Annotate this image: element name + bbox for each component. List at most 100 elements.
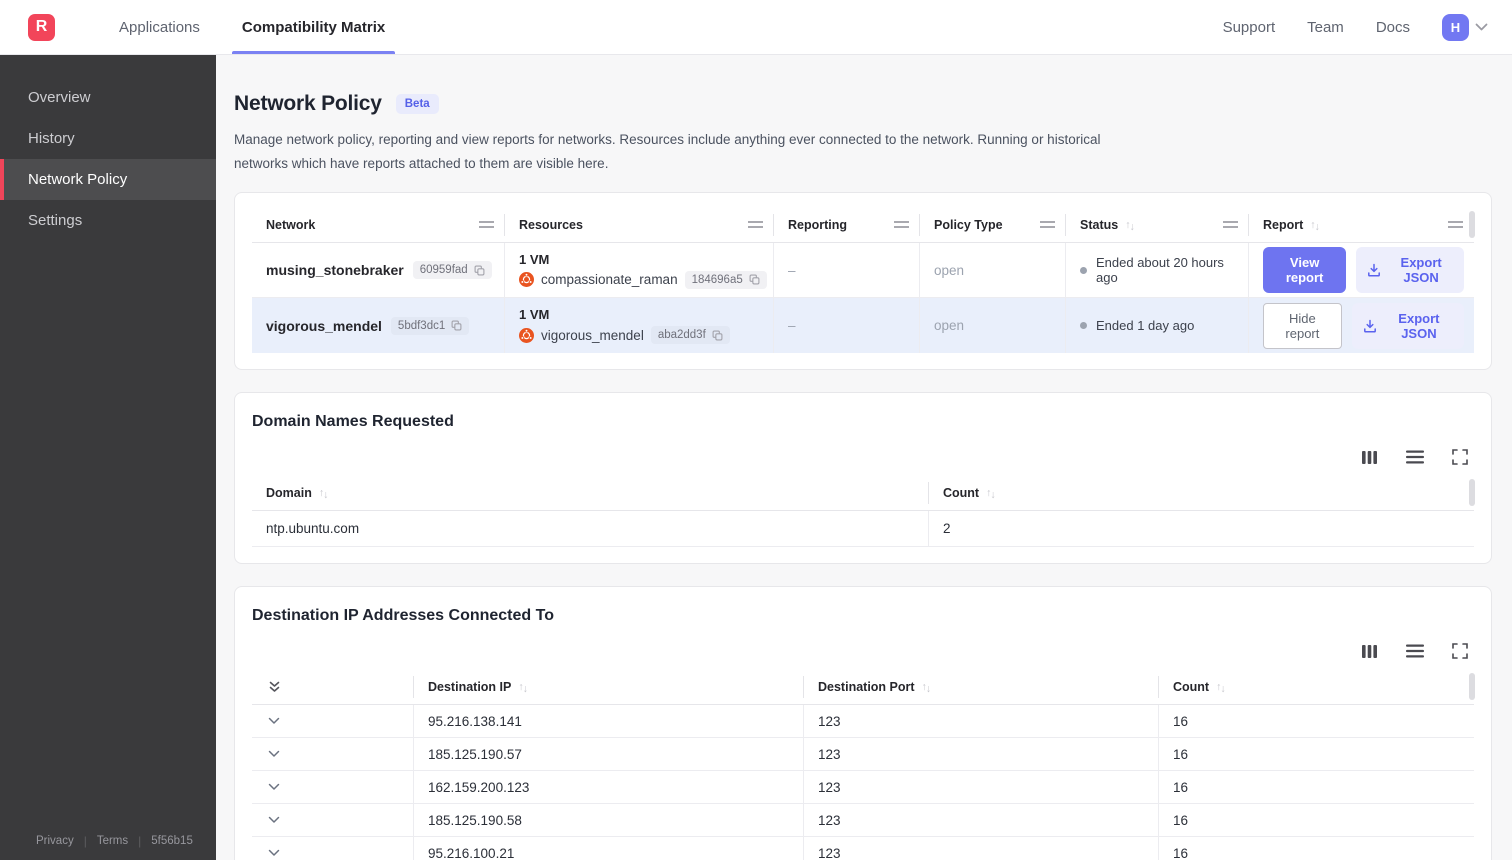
destination-ip-row: 185.125.190.57 123 16 — [252, 738, 1474, 772]
sort-icon[interactable]: ↑ ↓ — [1125, 219, 1135, 231]
top-nav-tabs: Applications Compatibility Matrix — [115, 0, 396, 54]
footer-divider: | — [83, 834, 87, 848]
network-cell: musing_stonebraker 60959fad — [252, 243, 505, 298]
copy-icon[interactable] — [712, 330, 723, 341]
terms-link[interactable]: Terms — [97, 835, 128, 847]
chevron-down-icon[interactable] — [1475, 23, 1488, 31]
reporting-cell: – — [774, 243, 920, 298]
network-name: musing_stonebraker — [266, 262, 404, 279]
destination-port-cell: 123 — [804, 738, 1159, 771]
user-avatar[interactable]: H — [1442, 13, 1469, 41]
column-header-reporting: Reporting — [774, 213, 920, 236]
column-resize-handle[interactable] — [1448, 221, 1463, 229]
sort-icon[interactable]: ↑ ↓ — [922, 681, 932, 693]
policy-type-cell: open — [920, 298, 1066, 354]
column-header-status: Status ↑ ↓ — [1066, 213, 1249, 236]
destination-ip-row: 162.159.200.123 123 16 — [252, 771, 1474, 805]
column-resize-handle[interactable] — [1040, 221, 1055, 229]
expand-all-icon[interactable] — [268, 680, 281, 693]
fullscreen-icon[interactable] — [1452, 449, 1468, 466]
app-logo[interactable]: R — [28, 13, 55, 41]
destination-ip-cell: 95.216.100.21 — [414, 837, 804, 860]
destination-ip-cell: 95.216.138.141 — [414, 705, 804, 738]
tab-compatibility-matrix[interactable]: Compatibility Matrix — [231, 0, 396, 54]
network-id-badge: 60959fad — [412, 261, 492, 280]
status-dot — [1080, 266, 1087, 274]
sort-icon[interactable]: ↑ ↓ — [1310, 219, 1320, 231]
column-header-destination-port: Destination Port ↑ ↓ — [804, 675, 1159, 698]
row-density-icon[interactable] — [1406, 450, 1424, 464]
column-resize-handle[interactable] — [479, 221, 494, 229]
expand-cell — [252, 771, 414, 804]
destination-card-toolbar — [252, 643, 1468, 660]
table-scrollbar-thumb[interactable] — [1469, 673, 1475, 701]
ubuntu-logo-icon — [519, 272, 534, 288]
status-cell: Ended about 20 hours ago — [1066, 243, 1249, 298]
main-content: Network Policy Beta Manage network polic… — [216, 55, 1512, 860]
destination-port-cell: 123 — [804, 837, 1159, 860]
user-menu[interactable]: H — [1442, 13, 1488, 41]
beta-badge: Beta — [395, 94, 439, 114]
expand-cell — [252, 705, 414, 738]
app-root: R Applications Compatibility Matrix Supp… — [0, 0, 1512, 860]
sort-icon[interactable]: ↑ ↓ — [518, 681, 528, 693]
expand-row-chevron-icon[interactable] — [268, 750, 280, 758]
copy-icon[interactable] — [749, 274, 760, 285]
download-icon — [1363, 319, 1377, 333]
sidebar-item-network-policy[interactable]: Network Policy — [0, 159, 216, 200]
destination-ip-cell: 185.125.190.58 — [414, 804, 804, 837]
table-scrollbar-thumb[interactable] — [1469, 211, 1475, 239]
expand-row-chevron-icon[interactable] — [268, 783, 280, 791]
expand-cell — [252, 738, 414, 771]
expand-row-chevron-icon[interactable] — [268, 849, 280, 857]
expand-row-chevron-icon[interactable] — [268, 816, 280, 824]
domain-cell: ntp.ubuntu.com — [252, 511, 929, 547]
export-json-button[interactable]: Export JSON — [1356, 247, 1464, 294]
fullscreen-icon[interactable] — [1452, 643, 1468, 660]
network-row-vigorous-mendel[interactable]: vigorous_mendel 5bdf3dc1 1 VM vigorous_m… — [252, 298, 1474, 354]
copy-icon[interactable] — [451, 320, 462, 331]
column-picker-icon[interactable] — [1361, 644, 1378, 659]
destination-ip-cell: 185.125.190.57 — [414, 738, 804, 771]
column-picker-icon[interactable] — [1361, 450, 1378, 465]
logo-letter: R — [35, 18, 48, 35]
destination-port-cell: 123 — [804, 804, 1159, 837]
table-scrollbar-thumb[interactable] — [1469, 479, 1475, 507]
network-row-musing-stonebraker[interactable]: musing_stonebraker 60959fad 1 VM compass… — [252, 243, 1474, 299]
expand-row-chevron-icon[interactable] — [268, 717, 280, 725]
privacy-link[interactable]: Privacy — [36, 835, 74, 847]
row-density-icon[interactable] — [1406, 644, 1424, 658]
column-label: Reporting — [788, 217, 848, 232]
sort-icon[interactable]: ↑ ↓ — [319, 487, 329, 499]
hide-report-button[interactable]: Hide report — [1263, 302, 1342, 349]
tab-applications[interactable]: Applications — [115, 0, 204, 54]
nav-link-docs[interactable]: Docs — [1376, 19, 1410, 36]
footer-divider: | — [138, 834, 142, 848]
destination-ip-row: 95.216.100.21 123 16 — [252, 837, 1474, 860]
column-resize-handle[interactable] — [1223, 221, 1238, 229]
nav-link-team[interactable]: Team — [1307, 19, 1344, 36]
sidebar-item-overview[interactable]: Overview — [0, 77, 216, 118]
count-cell: 16 — [1173, 713, 1189, 729]
view-report-button[interactable]: View report — [1263, 247, 1347, 294]
sidebar-footer: Privacy | Terms | 5f56b15 — [0, 834, 216, 848]
sort-icon[interactable]: ↑ ↓ — [986, 487, 996, 499]
export-json-button[interactable]: Export JSON — [1351, 302, 1464, 349]
resources-cell: 1 VM compassionate_raman 184696a5 — [505, 243, 774, 298]
destination-port-cell: 123 — [804, 771, 1159, 804]
column-label: Destination IP — [428, 679, 512, 694]
column-header-network: Network — [252, 213, 505, 236]
sidebar-item-settings[interactable]: Settings — [0, 200, 216, 241]
sidebar-item-history[interactable]: History — [0, 118, 216, 159]
sort-icon[interactable]: ↑ ↓ — [1216, 681, 1226, 693]
column-label: Network — [266, 217, 316, 232]
column-resize-handle[interactable] — [748, 221, 763, 229]
vm-id: 184696a5 — [691, 273, 743, 286]
column-label: Resources — [519, 217, 583, 232]
column-header-resources: Resources — [505, 213, 774, 236]
column-resize-handle[interactable] — [894, 221, 909, 229]
copy-icon[interactable] — [474, 265, 485, 276]
column-header-count: Count ↑ ↓ — [929, 482, 1474, 504]
resources-cell: 1 VM vigorous_mendel aba2dd3f — [505, 298, 774, 354]
nav-link-support[interactable]: Support — [1223, 19, 1276, 36]
